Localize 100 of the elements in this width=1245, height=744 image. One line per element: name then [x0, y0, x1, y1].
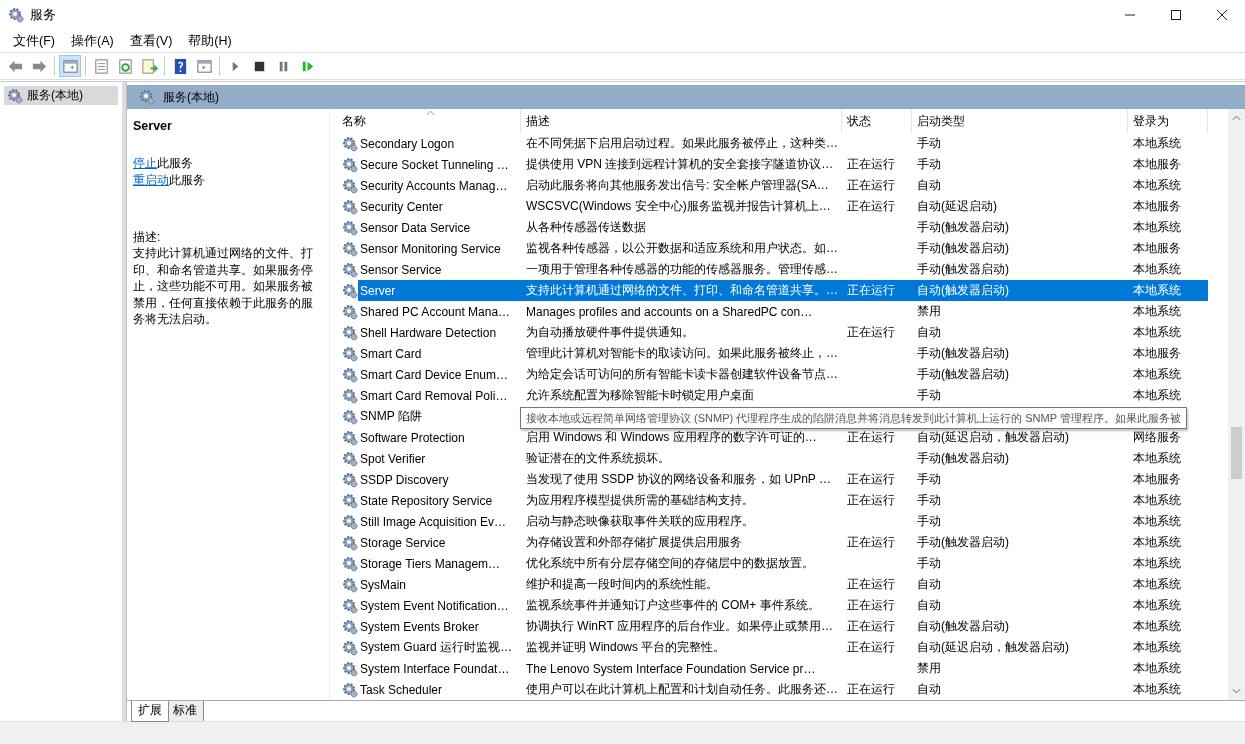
service-status: 正在运行: [847, 681, 895, 698]
logon-account: 本地服务: [1133, 240, 1181, 257]
logon-account: 本地系统: [1133, 324, 1181, 341]
service-row[interactable]: Task Scheduler 使用户可以在此计算机上配置和计划自动任务。此服务还… 正在运行 自动 本地系统: [340, 679, 1208, 700]
service-description: 为应用程序模型提供所需的基础结构支持。: [526, 492, 754, 509]
column-header[interactable]: 启动类型: [912, 109, 1128, 133]
menu-item[interactable]: 帮助(H): [180, 32, 240, 50]
service-row[interactable]: SSDP Discovery 当发现了使用 SSDP 协议的网络设备和服务，如 UPnP … 正在运行 手动 本地服务: [340, 469, 1208, 490]
gear-icon: [342, 219, 358, 236]
service-row[interactable]: System Interface Foundat… The Lenovo System Interface Foundation Service pr… 禁用 本地系统: [340, 658, 1208, 679]
service-name: Storage Tiers Managem…: [360, 556, 501, 571]
service-description: 为给定会话可访问的所有智能卡读卡器创建软件设备节点…: [526, 366, 838, 383]
service-row[interactable]: Security Center WSCSVC(Windows 安全中心)服务监视并报告计算机上… 正在运行 自动(延迟启动) 本地服务: [340, 196, 1208, 217]
sort-caret-icon: [426, 110, 435, 116]
menu-item[interactable]: 查看(V): [121, 32, 181, 50]
service-name: Software Protection: [360, 430, 465, 445]
service-row[interactable]: Software Protection 启用 Windows 和 Windows 应用程序的数字许可证的… 正在运行 自动(延迟启动，触发器启动) 网络服务: [340, 427, 1208, 448]
startup-type: 手动: [917, 555, 941, 572]
gear-icon: [342, 408, 358, 425]
service-description: WSCSVC(Windows 安全中心)服务监视并报告计算机上…: [526, 198, 831, 215]
startup-type: 手动(触发器启动): [917, 534, 1009, 551]
action-link[interactable]: 重启动: [133, 173, 169, 187]
service-row[interactable]: Shared PC Account Mana… Manages profiles and accounts on a SharedPC con… 禁用 本地系统: [340, 301, 1208, 322]
gear-icon: [342, 555, 358, 572]
gear-icon: [342, 366, 358, 383]
service-row[interactable]: State Repository Service 为应用程序模型提供所需的基础结构支持。 正在运行 手动 本地系统: [340, 490, 1208, 511]
service-status: 正在运行: [847, 198, 895, 215]
service-row[interactable]: System Event Notification… 监视系统事件并通知订户这些事件的 COM+ 事件系统。 正在运行 自动 本地系统: [340, 595, 1208, 616]
service-status: 正在运行: [847, 471, 895, 488]
gear-icon: [342, 618, 358, 635]
gear-icon: [139, 89, 155, 105]
service-row[interactable]: Spot Verifier 验证潜在的文件系统损坏。 手动(触发器启动) 本地系统: [340, 448, 1208, 469]
service-name: SSDP Discovery: [360, 472, 449, 487]
logon-account: 本地系统: [1133, 576, 1181, 593]
logon-account: 本地系统: [1133, 219, 1181, 236]
service-description: 为自动播放硬件事件提供通知。: [526, 324, 694, 341]
startup-type: 禁用: [917, 303, 941, 320]
service-name: SNMP 陷阱: [360, 408, 422, 425]
logon-account: 本地服务: [1133, 345, 1181, 362]
service-description: 启动与静态映像获取事件关联的应用程序。: [526, 513, 754, 530]
service-row[interactable]: Server 支持此计算机通过网络的文件、打印、和命名管道共享。… 正在运行 自动(触发器启动) 本地系统: [340, 280, 1208, 301]
startup-type: 自动(延迟启动，触发器启动): [917, 639, 1069, 656]
service-description: 允许系统配置为移除智能卡时锁定用户桌面: [526, 387, 754, 404]
scroll-up-icon[interactable]: [1232, 115, 1241, 121]
service-row[interactable]: Sensor Monitoring Service 监视各种传感器，以公开数据和适应系统和用户状态。如… 手动(触发器启动) 本地服务: [340, 238, 1208, 259]
service-row[interactable]: Sensor Service 一项用于管理各种传感器的功能的传感器服务。管理传感… 手动(触发器启动) 本地系统: [340, 259, 1208, 280]
tree-icon[interactable]: [59, 55, 81, 77]
service-description: 监视系统事件并通知订户这些事件的 COM+ 事件系统。: [526, 597, 820, 614]
menu-item[interactable]: 文件(F): [5, 32, 63, 50]
action-link[interactable]: 停止: [133, 156, 157, 170]
view-tab[interactable]: 扩展: [131, 701, 169, 722]
tooltip: 接收本地或远程简单网络管理协议 (SNMP) 代理程序生成的陷阱消息并将消息转发到此计算机上运行的 SNMP 管理程序。如果此服务被: [520, 407, 1187, 429]
service-status: 正在运行: [847, 492, 895, 509]
service-row[interactable]: Secondary Logon 在不同凭据下启用启动过程。如果此服务被停止，这种类… 手动 本地系统: [340, 133, 1208, 154]
service-row[interactable]: Secure Socket Tunneling … 提供使用 VPN 连接到远程计算机的安全套接字隧道协议… 正在运行 手动 本地服务: [340, 154, 1208, 175]
gear-icon: [342, 492, 358, 509]
service-row[interactable]: Shell Hardware Detection 为自动播放硬件事件提供通知。 正在运行 自动 本地系统: [340, 322, 1208, 343]
logon-account: 网络服务: [1133, 429, 1181, 446]
service-status: 正在运行: [847, 618, 895, 635]
service-row[interactable]: System Events Broker 协调执行 WinRT 应用程序的后台作业。如果停止或禁用… 正在运行 自动(触发器启动) 本地系统: [340, 616, 1208, 637]
service-row[interactable]: SNMP 陷阱 接收本地或远程简单网络管理协议 (SNMP) 代理程序生成的陷阱消息并将消息转发到此计算机上运行的 SNMP 管理程序。如果此服务被: [340, 406, 1208, 427]
logon-account: 本地系统: [1133, 534, 1181, 551]
column-header[interactable]: 描述: [521, 109, 842, 133]
service-description: 维护和提高一段时间内的系统性能。: [526, 576, 718, 593]
service-row[interactable]: System Guard 运行时监视… 监视并证明 Windows 平台的完整性。 正在运行 自动(延迟启动，触发器启动) 本地系统: [340, 637, 1208, 658]
column-header[interactable]: 状态: [842, 109, 912, 133]
gear-icon: [8, 7, 24, 23]
service-row[interactable]: Sensor Data Service 从各种传感器传送数据 手动(触发器启动) 本地系统: [340, 217, 1208, 238]
service-name: Sensor Monitoring Service: [360, 241, 501, 256]
gear-icon: [342, 156, 358, 173]
scroll-down-icon[interactable]: [1232, 688, 1241, 694]
gear-icon: [342, 681, 358, 698]
service-row[interactable]: Storage Service 为存储设置和外部存储扩展提供启用服务 正在运行 手动(触发器启动) 本地系统: [340, 532, 1208, 553]
service-row[interactable]: Security Accounts Manag… 启动此服务将向其他服务发出信号: 安全帐户管理器(SA… 正在运行 自动 本地系统: [340, 175, 1208, 196]
service-row[interactable]: SysMain 维护和提高一段时间内的系统性能。 正在运行 自动 本地系统: [340, 574, 1208, 595]
service-row[interactable]: Smart Card 管理此计算机对智能卡的取读访问。如果此服务被终止，… 手动(触发器启动) 本地服务: [340, 343, 1208, 364]
service-row[interactable]: Smart Card Removal Poli… 允许系统配置为移除智能卡时锁定用户桌面 手动 本地系统: [340, 385, 1208, 406]
service-description: 监视各种传感器，以公开数据和适应系统和用户状态。如…: [526, 240, 838, 257]
logon-account: 本地系统: [1133, 681, 1181, 698]
scrollbar-thumb[interactable]: [1231, 427, 1242, 479]
gear-icon: [342, 597, 358, 614]
service-name: System Interface Foundat…: [360, 661, 510, 676]
gear-icon: [342, 576, 358, 593]
gear-icon: [342, 513, 358, 530]
gear-icon: [342, 639, 358, 656]
column-header[interactable]: 名称: [340, 109, 521, 133]
tree-item[interactable]: 服务(本地): [4, 86, 118, 105]
column-header[interactable]: 登录为: [1128, 109, 1208, 133]
service-description: 为存储设置和外部存储扩展提供启用服务: [526, 534, 742, 551]
startup-type: 自动(延迟启动，触发器启动): [917, 429, 1069, 446]
gear-icon: [342, 534, 358, 551]
gear-icon: [342, 177, 358, 194]
service-row[interactable]: Storage Tiers Managem… 优化系统中所有分层存储空间的存储层中的数据放置。 手动 本地系统: [340, 553, 1208, 574]
service-status: 正在运行: [847, 534, 895, 551]
logon-account: 本地系统: [1133, 513, 1181, 530]
service-row[interactable]: Smart Card Device Enum… 为给定会话可访问的所有智能卡读卡器创建软件设备节点… 手动(触发器启动) 本地系统: [340, 364, 1208, 385]
service-description: Manages profiles and accounts on a SharedPC con…: [526, 304, 813, 319]
logon-account: 本地系统: [1133, 135, 1181, 152]
service-row[interactable]: Still Image Acquisition Ev… 启动与静态映像获取事件关联的应用程序。 手动 本地系统: [340, 511, 1208, 532]
menu-item[interactable]: 操作(A): [62, 32, 122, 50]
